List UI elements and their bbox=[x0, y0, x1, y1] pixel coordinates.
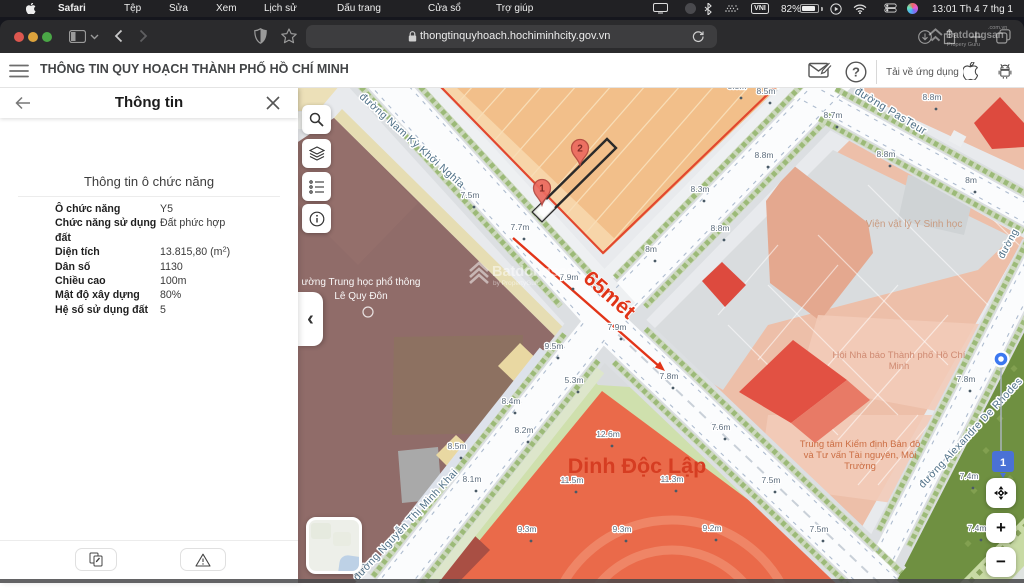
svg-text:9.5m: 9.5m bbox=[545, 341, 564, 351]
svg-text:7.8m: 7.8m bbox=[660, 371, 679, 381]
svg-text:7.5m: 7.5m bbox=[762, 475, 781, 485]
svg-text:9.2m: 9.2m bbox=[703, 523, 722, 533]
svg-text:Trung tâm Kiểm định Bản đồ: Trung tâm Kiểm định Bản đồ bbox=[800, 439, 921, 450]
svg-text:11.5m: 11.5m bbox=[561, 475, 584, 485]
svg-text:9.3m: 9.3m bbox=[518, 524, 537, 534]
svg-text:8m: 8m bbox=[965, 175, 977, 185]
svg-text:Batdongsan: Batdongsan bbox=[492, 264, 576, 280]
svg-text:8.8m: 8.8m bbox=[711, 223, 730, 233]
svg-text:12.6m: 12.6m bbox=[596, 429, 620, 439]
svg-text:8.2m: 8.2m bbox=[515, 425, 534, 435]
svg-text:2: 2 bbox=[577, 144, 583, 155]
svg-text:7.5m: 7.5m bbox=[461, 190, 480, 200]
svg-text:Trường: Trường bbox=[844, 461, 876, 472]
svg-text:?: ? bbox=[852, 65, 860, 80]
svg-text:8.4m: 8.4m bbox=[502, 396, 521, 406]
svg-text:8.1m: 8.1m bbox=[463, 474, 482, 484]
svg-text:và Tư vấn Tài nguyên, Môi: và Tư vấn Tài nguyên, Môi bbox=[804, 450, 917, 461]
svg-text:11.3m: 11.3m bbox=[661, 474, 684, 484]
svg-text:7.6m: 7.6m bbox=[712, 422, 731, 432]
svg-text:8.7m: 8.7m bbox=[824, 110, 843, 120]
svg-text:8.5m: 8.5m bbox=[448, 441, 467, 451]
svg-text:Dinh Độc Lập: Dinh Độc Lập bbox=[568, 454, 707, 478]
svg-text:8.8m: 8.8m bbox=[877, 149, 896, 159]
svg-text:7.8m: 7.8m bbox=[957, 374, 976, 384]
svg-text:8.8m: 8.8m bbox=[755, 150, 774, 160]
svg-text:7.4m: 7.4m bbox=[968, 523, 987, 533]
svg-text:9.3m: 9.3m bbox=[613, 524, 632, 534]
svg-text:ường Trung học phổ thông: ường Trung học phổ thông bbox=[302, 276, 421, 288]
svg-text:Lê Quy Đôn: Lê Quy Đôn bbox=[334, 291, 387, 302]
svg-text:Viện vật lý Y Sinh học: Viện vật lý Y Sinh học bbox=[866, 219, 963, 230]
svg-text:1: 1 bbox=[539, 184, 545, 195]
svg-text:8.8m: 8.8m bbox=[923, 92, 942, 102]
svg-text:7.4m: 7.4m bbox=[960, 471, 979, 481]
svg-text:Hội Nhà báo Thành phố Hồ Chí: Hội Nhà báo Thành phố Hồ Chí bbox=[833, 350, 966, 361]
svg-text:7.5m: 7.5m bbox=[810, 524, 829, 534]
svg-text:1: 1 bbox=[1000, 457, 1006, 469]
svg-text:7.9m: 7.9m bbox=[608, 322, 627, 332]
svg-text:8m: 8m bbox=[645, 244, 657, 254]
svg-text:by PropertyGuru: by PropertyGuru bbox=[493, 280, 541, 287]
svg-text:Minh: Minh bbox=[889, 361, 910, 372]
svg-text:8.3m: 8.3m bbox=[691, 184, 710, 194]
svg-text:7.7m: 7.7m bbox=[511, 222, 530, 232]
svg-text:5.3m: 5.3m bbox=[565, 375, 584, 385]
